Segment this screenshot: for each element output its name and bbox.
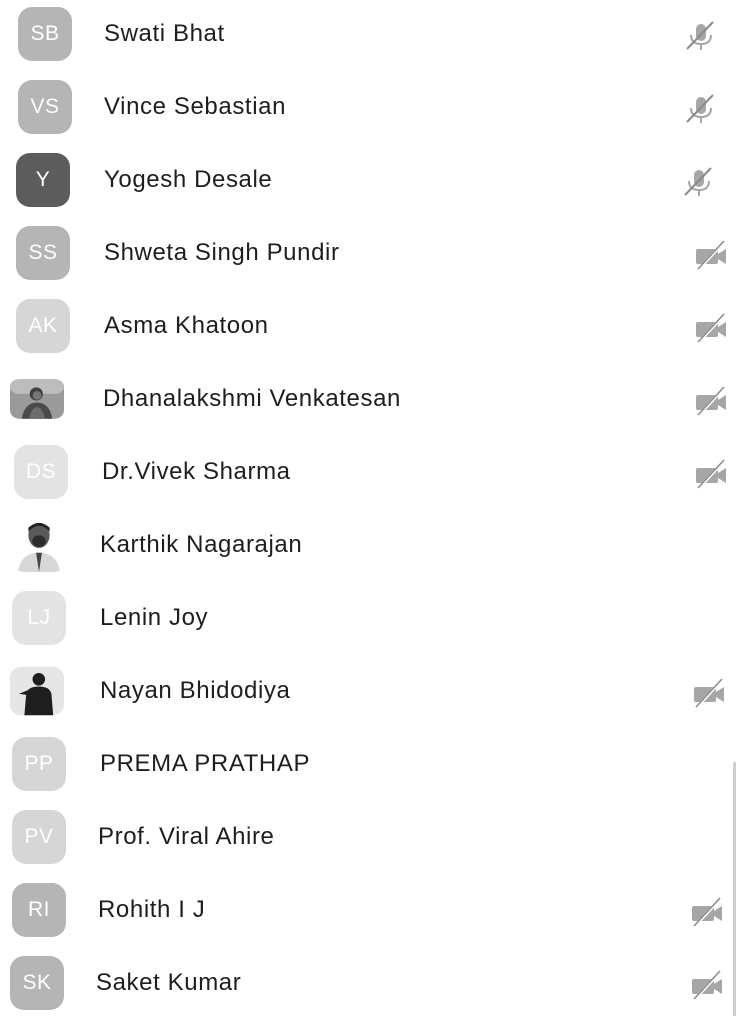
profile-photo [10, 379, 64, 419]
mic-muted-icon[interactable] [682, 93, 716, 125]
avatar: SB [18, 7, 72, 61]
avatar: SS [16, 226, 70, 280]
participant-name: Vince Sebastian [104, 93, 287, 120]
video-off-icon[interactable] [694, 385, 728, 417]
participant-row[interactable]: Y Yogesh Desale [0, 146, 740, 219]
participant-row[interactable]: RI Rohith I J [0, 876, 740, 949]
participant-row[interactable]: PV Prof. Viral Ahire [0, 803, 740, 876]
avatar [10, 372, 64, 426]
participant-name: Rohith I J [98, 896, 206, 923]
video-off-icon[interactable] [690, 896, 724, 928]
participant-row[interactable]: SK Saket Kumar [0, 949, 740, 1022]
participant-name: Saket Kumar [96, 969, 242, 996]
video-off-icon[interactable] [692, 677, 726, 709]
video-off-icon[interactable] [694, 312, 728, 344]
participant-row[interactable]: Nayan Bhidodiya [0, 657, 740, 730]
participant-row[interactable]: Dhanalakshmi Venkatesan [0, 365, 740, 438]
participant-name: Shweta Singh Pundir [104, 239, 340, 266]
participant-row[interactable]: DS Dr.Vivek Sharma [0, 438, 740, 511]
participant-name: Nayan Bhidodiya [100, 677, 291, 704]
participant-row[interactable]: VS Vince Sebastian [0, 73, 740, 146]
participant-row[interactable]: PP PREMA PRATHAP [0, 730, 740, 803]
avatar: LJ [12, 591, 66, 645]
participant-row[interactable]: AK Asma Khatoon [0, 292, 740, 365]
avatar: PV [12, 810, 66, 864]
video-off-icon[interactable] [694, 458, 728, 490]
participant-name: Lenin Joy [100, 604, 209, 631]
scrollbar[interactable] [733, 762, 736, 1016]
mic-muted-icon[interactable] [680, 166, 714, 198]
video-off-icon[interactable] [690, 969, 724, 1001]
profile-photo [12, 518, 66, 572]
participant-row[interactable]: LJ Lenin Joy [0, 584, 740, 657]
avatar: DS [14, 445, 68, 499]
participant-name: Prof. Viral Ahire [98, 823, 275, 850]
participant-name: Yogesh Desale [104, 166, 273, 193]
avatar [10, 664, 64, 718]
avatar: VS [18, 80, 72, 134]
participant-list: SB Swati Bhat VS Vince Sebastian Y Yoges… [0, 0, 740, 1016]
avatar: RI [12, 883, 66, 937]
participant-name: Dhanalakshmi Venkatesan [103, 385, 401, 412]
video-off-icon[interactable] [694, 239, 728, 271]
participant-name: Karthik Nagarajan [100, 531, 303, 558]
participant-name: Dr.Vivek Sharma [102, 458, 291, 485]
avatar: SK [10, 956, 64, 1010]
mic-muted-icon[interactable] [682, 20, 716, 52]
participant-name: PREMA PRATHAP [100, 750, 311, 777]
avatar: AK [16, 299, 70, 353]
profile-photo [10, 666, 64, 716]
avatar [12, 518, 66, 572]
participant-row[interactable]: SS Shweta Singh Pundir [0, 219, 740, 292]
participant-name: Asma Khatoon [104, 312, 269, 339]
participant-row[interactable]: SB Swati Bhat [0, 0, 740, 73]
participant-name: Swati Bhat [104, 20, 225, 47]
avatar: Y [16, 153, 70, 207]
avatar: PP [12, 737, 66, 791]
participant-row[interactable]: Karthik Nagarajan [0, 511, 740, 584]
